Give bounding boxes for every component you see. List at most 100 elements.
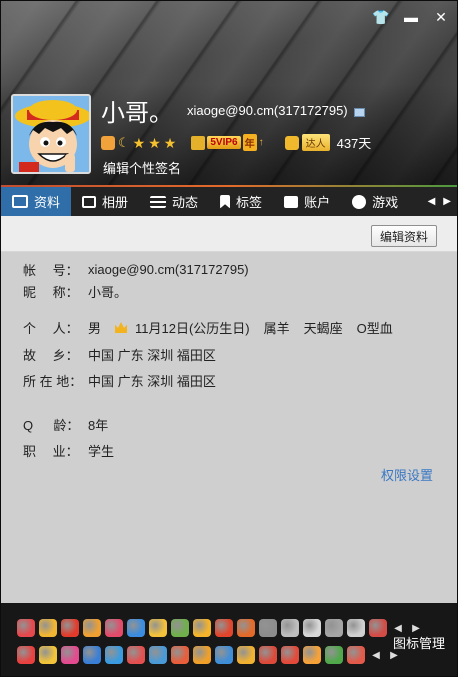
service-icon[interactable] [39,619,57,637]
info-row-account: 帐 号： xiaoge@90.cm(317172795) [23,260,249,279]
vip-badge[interactable]: 5VIP6 年 ↑ [191,134,264,151]
service-icon[interactable] [149,646,167,664]
icon-row-1: ◀ ▶ [17,619,423,637]
service-icon[interactable] [193,619,211,637]
profile-tabs: 资料 相册 动态 标签 账户 游戏 ◀ ▶ [1,187,457,216]
info-key: 职 业： [23,444,79,459]
tab-feed[interactable]: 动态 [139,187,209,216]
crown-icon [115,322,128,333]
info-key: 昵 称： [23,285,79,300]
minimize-icon[interactable]: ▬ [403,9,419,25]
service-icon[interactable] [17,646,35,664]
bookmark-icon [220,194,231,209]
info-value: 小哥。 [88,285,128,300]
star-icon[interactable]: ★ [133,136,146,150]
list-icon [150,195,167,208]
service-icon[interactable] [105,646,123,664]
service-icon[interactable] [149,619,167,637]
tab-label: 标签 [236,195,263,210]
service-icon[interactable] [303,619,321,637]
info-key: Q 龄： [23,418,80,433]
star-sign: 天蝎座 [303,321,343,336]
icon-bar: ◀ ▶ ◀ ▶ 图标管理 [1,603,457,676]
daren-label: 达人 [301,134,330,151]
info-key: 所 在 地： [23,374,83,389]
info-row-location: 所 在 地： 中国 广东 深圳 福田区 [23,371,216,390]
briefcase-icon [284,195,299,208]
service-icon[interactable] [83,619,101,637]
icon-row-2: ◀ ▶ [17,646,401,664]
photo-icon [82,195,97,208]
business-card-icon[interactable] [353,108,365,117]
tab-album[interactable]: 相册 [71,187,139,216]
permission-settings-link[interactable]: 权限设置 [381,465,433,484]
info-row-personal: 个 人： 男 11月12日(公历生日) 属羊 天蝎座 O型血 [23,318,393,337]
service-icon[interactable] [61,619,79,637]
tab-label: 资料 [34,195,61,210]
arrow-left-icon[interactable]: ◀ [428,196,436,207]
service-icon[interactable] [83,646,101,664]
vip-level-tag: 5VIP6 [207,136,241,149]
tab-account[interactable]: 账户 [273,187,341,216]
tab-profile[interactable]: 资料 [1,187,72,216]
service-icon[interactable] [347,646,365,664]
birthday: 11月12日(公历生日) [135,321,250,336]
arrow-up-icon: ↑ [258,137,264,148]
tab-label: 相册 [102,195,129,210]
daren-badge[interactable]: 达人 437天 [284,133,371,152]
service-icon[interactable] [369,619,387,637]
service-icon[interactable] [215,646,233,664]
game-icon [352,194,367,209]
star-icon[interactable]: ★ [148,136,161,150]
skin-icon[interactable]: 👕 [372,9,389,25]
window-controls: 👕 ▬ ✕ [372,9,449,26]
service-icon[interactable] [171,619,189,637]
service-icon[interactable] [259,619,277,637]
moon-icon[interactable]: ☾ [118,135,130,151]
info-key: 帐 号： [23,263,79,278]
service-icon[interactable] [105,619,123,637]
info-key: 个 人： [23,321,79,336]
qzone-icon[interactable] [101,135,115,150]
account-text: xiaoge@90.cm(317172795) [187,103,348,118]
arrow-left-icon[interactable]: ◀ [369,646,383,664]
profile-nickname: 小哥。 [101,100,173,127]
star-icon[interactable]: ★ [164,136,177,150]
vip-year-tag: 年 [242,134,257,151]
close-icon[interactable]: ✕ [433,9,449,25]
tab-games[interactable]: 游戏 [341,187,409,216]
service-icon[interactable] [325,646,343,664]
service-icon[interactable] [171,646,189,664]
service-icon[interactable] [39,646,57,664]
service-icon[interactable] [259,646,277,664]
luffy-avatar-image [13,96,89,172]
service-icon[interactable] [61,646,79,664]
info-value: 中国 广东 深圳 福田区 [88,348,216,363]
tab-label: 账户 [304,195,331,210]
service-icon[interactable] [17,619,35,637]
avatar[interactable] [11,94,91,174]
service-icon[interactable] [237,619,255,637]
content-toolbar: 编辑资料 [1,216,457,252]
service-icon[interactable] [281,619,299,637]
tab-tags[interactable]: 标签 [209,187,273,216]
info-row-hometown: 故 乡： 中国 广东 深圳 福田区 [23,345,216,364]
service-icon[interactable] [281,646,299,664]
service-icon[interactable] [127,646,145,664]
service-icon[interactable] [303,646,321,664]
signature-edit[interactable]: 编辑个性签名 [103,158,181,177]
icon-manage-button[interactable]: 图标管理 [393,633,445,652]
service-icon[interactable] [325,619,343,637]
service-icon[interactable] [237,646,255,664]
info-row-nickname: 昵 称： 小哥。 [23,282,127,301]
account-line: xiaoge@90.cm(317172795) [187,103,365,118]
edit-profile-button[interactable]: 编辑资料 [370,225,437,247]
service-icon[interactable] [347,619,365,637]
service-icon[interactable] [215,619,233,637]
service-icon[interactable] [127,619,145,637]
info-value: 中国 广东 深圳 福田区 [88,374,216,389]
info-value: 学生 [88,444,115,459]
arrow-right-icon[interactable]: ▶ [443,196,451,207]
service-icon[interactable] [193,646,211,664]
qq-profile-window: 👕 ▬ ✕ 小哥。 xiaoge@90.cm(317172795) ☾ ★ ★ … [0,0,458,677]
